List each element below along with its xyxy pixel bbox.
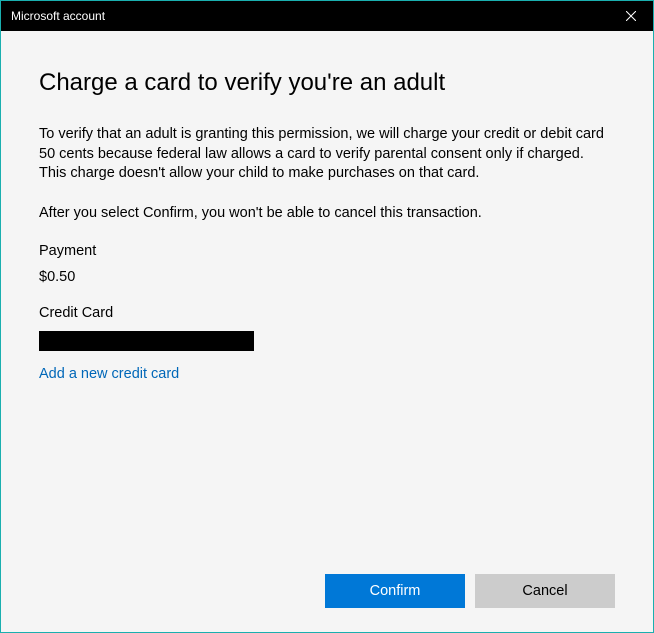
confirm-button[interactable]: Confirm xyxy=(325,574,465,608)
payment-amount: $0.50 xyxy=(39,269,615,285)
dialog-content: Charge a card to verify you're an adult … xyxy=(1,31,653,632)
cancel-button[interactable]: Cancel xyxy=(475,574,615,608)
window-title: Microsoft account xyxy=(11,9,105,23)
dialog-window: Microsoft account Charge a card to verif… xyxy=(0,0,654,633)
titlebar: Microsoft account xyxy=(1,1,653,31)
close-button[interactable] xyxy=(608,1,653,31)
masked-card-number xyxy=(39,331,254,351)
add-card-link[interactable]: Add a new credit card xyxy=(39,366,179,382)
payment-label: Payment xyxy=(39,243,615,259)
payment-method-label: Credit Card xyxy=(39,305,615,321)
notice-text: After you select Confirm, you won't be a… xyxy=(39,204,615,224)
button-row: Confirm Cancel xyxy=(325,574,615,608)
close-icon xyxy=(626,11,636,21)
description-text: To verify that an adult is granting this… xyxy=(39,125,615,184)
page-heading: Charge a card to verify you're an adult xyxy=(39,69,615,97)
